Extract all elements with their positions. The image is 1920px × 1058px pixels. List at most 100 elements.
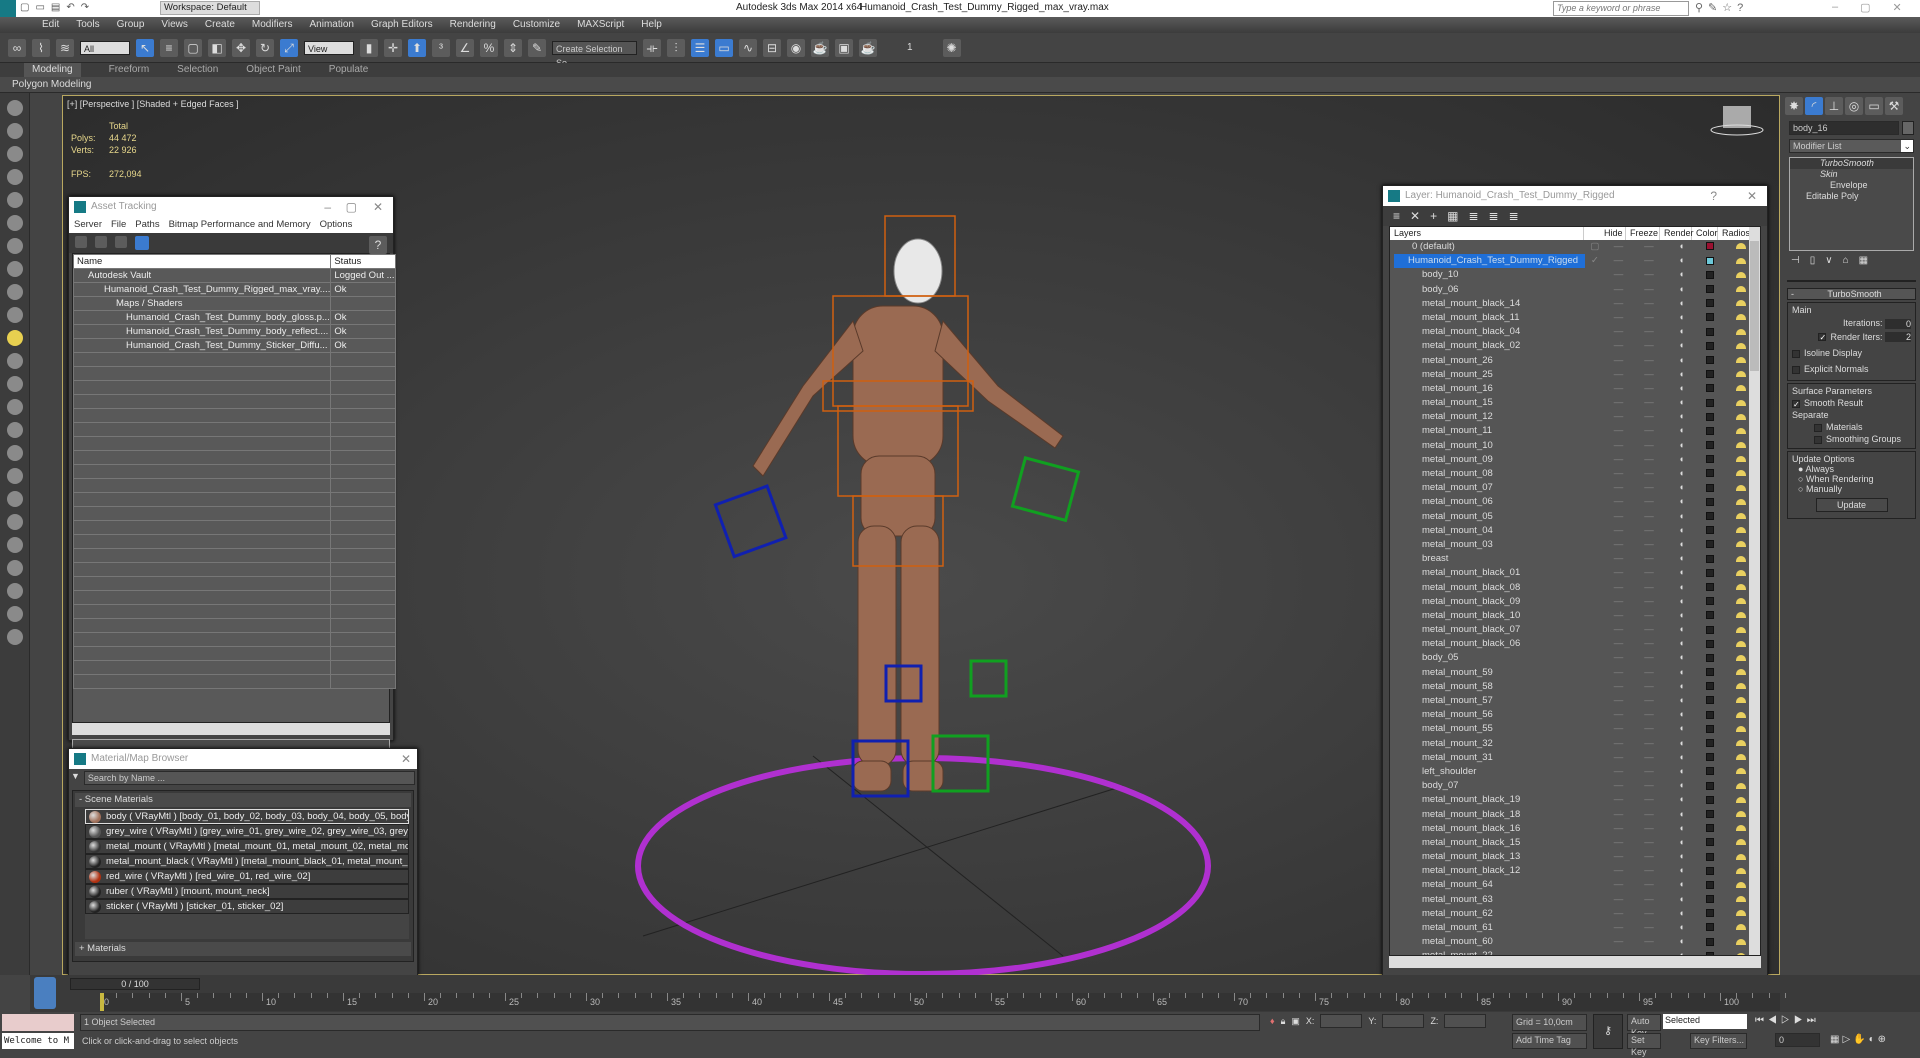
update-button[interactable]: Update — [1815, 498, 1888, 513]
layer-row[interactable]: metal_mount_11— — ◖ — [1394, 424, 1760, 438]
track-bar[interactable]: 0 5 10 15 20 25 30 35 40 45 50 55 60 65 70 75 80 85 90 95 10… — [100, 993, 1786, 1011]
freeze-toggle[interactable]: — — [1632, 439, 1665, 453]
layer-color-swatch[interactable] — [1697, 354, 1723, 368]
current-layer-marker[interactable] — [1585, 339, 1605, 353]
current-layer-marker[interactable] — [1585, 878, 1605, 892]
layer-row[interactable]: metal_mount_black_01— — ◖ — [1394, 566, 1760, 580]
render-teapot-icon[interactable]: ◖ — [1666, 651, 1697, 665]
hide-toggle[interactable]: — — [1605, 765, 1633, 779]
hide-toggle[interactable]: — — [1605, 268, 1633, 282]
current-layer-marker[interactable] — [1585, 311, 1605, 325]
ribbon-tab-object-paint[interactable]: Object Paint — [246, 63, 300, 77]
current-layer-marker[interactable] — [1585, 949, 1605, 955]
layer-color-swatch[interactable] — [1697, 949, 1723, 955]
layer-row[interactable]: metal_mount_61— — ◖ — [1394, 921, 1760, 935]
tool-icon[interactable] — [6, 353, 23, 369]
render-teapot-icon[interactable]: ◖ — [1666, 410, 1697, 424]
schematic-view-icon[interactable]: ⊟ — [763, 38, 781, 57]
asset-row[interactable]: Humanoid_Crash_Test_Dummy_Sticker_Diffu.… — [72, 338, 396, 353]
layer-row[interactable]: metal_mount_22— — ◖ — [1394, 949, 1760, 955]
layer-color-swatch[interactable] — [1697, 666, 1723, 680]
spinner-snap-icon[interactable]: ⇕ — [504, 38, 522, 57]
layer-row[interactable]: metal_mount_56— — ◖ — [1394, 708, 1760, 722]
z-field[interactable] — [1444, 1014, 1487, 1028]
hide-toggle[interactable]: — — [1605, 538, 1633, 552]
current-layer-marker[interactable] — [1585, 623, 1605, 637]
smoothing-groups-checkbox[interactable] — [1814, 435, 1822, 444]
angle-snap-icon[interactable]: ∠ — [456, 38, 474, 57]
layer-color-swatch[interactable] — [1697, 808, 1723, 822]
hide-toggle[interactable]: — — [1605, 666, 1633, 680]
render-teapot-icon[interactable]: ◖ — [1666, 708, 1697, 722]
tool-icon[interactable] — [6, 376, 23, 392]
display-tab-icon[interactable]: ▭ — [1865, 97, 1883, 115]
freeze-toggle[interactable]: — — [1632, 822, 1665, 836]
layer-color-swatch[interactable] — [1697, 410, 1723, 424]
asset-tracking-titlebar[interactable]: Asset Tracking – ▢ ✕ — [69, 197, 393, 217]
hide-toggle[interactable]: — — [1605, 410, 1633, 424]
tool-icon[interactable] — [6, 100, 23, 116]
key-mode-dropdown[interactable]: Selected — [1663, 1014, 1747, 1029]
viewport-navigation-controls[interactable]: ▦▷✋◐⊕ — [1830, 1034, 1889, 1045]
layer-color-swatch[interactable] — [1697, 864, 1723, 878]
render-teapot-icon[interactable]: ◖ — [1666, 354, 1697, 368]
hide-toggle[interactable]: — — [1605, 864, 1633, 878]
highlight-layer-icon[interactable]: ≣ — [1468, 209, 1478, 223]
layer-color-swatch[interactable] — [1697, 779, 1723, 793]
table-view-icon[interactable] — [135, 236, 149, 250]
freeze-toggle[interactable]: — — [1632, 751, 1665, 765]
render-teapot-icon[interactable]: ◖ — [1666, 495, 1697, 509]
current-layer-marker[interactable] — [1585, 581, 1605, 595]
hide-toggle[interactable]: — — [1605, 651, 1633, 665]
layer-color-swatch[interactable] — [1697, 694, 1723, 708]
layer-color-swatch[interactable] — [1697, 510, 1723, 524]
layer-manager-icon[interactable]: ☰ — [691, 38, 709, 57]
material-item[interactable]: metal_mount_black ( VRayMtl ) [metal_mou… — [85, 854, 409, 869]
link-icon[interactable]: ∞ — [8, 38, 26, 57]
hide-toggle[interactable]: — — [1605, 325, 1633, 339]
tool-icon[interactable] — [6, 399, 23, 415]
current-layer-marker[interactable] — [1585, 566, 1605, 580]
layer-row[interactable]: metal_mount_black_11— — ◖ — [1394, 311, 1760, 325]
layer-row[interactable]: metal_mount_32— — ◖ — [1394, 737, 1760, 751]
freeze-toggle[interactable]: — — [1632, 368, 1665, 382]
freeze-toggle[interactable]: — — [1632, 467, 1665, 481]
freeze-toggle[interactable]: — — [1632, 793, 1665, 807]
hide-toggle[interactable]: — — [1605, 240, 1633, 254]
layer-color-swatch[interactable] — [1697, 453, 1723, 467]
layer-row[interactable]: metal_mount_31— — ◖ — [1394, 751, 1760, 765]
scale-icon[interactable]: ⤢ — [280, 38, 298, 57]
layer-color-swatch[interactable] — [1697, 850, 1723, 864]
layer-row[interactable]: body_07— — ◖ — [1394, 779, 1760, 793]
hide-toggle[interactable]: — — [1605, 808, 1633, 822]
menu-create[interactable]: Create — [205, 17, 235, 33]
render-teapot-icon[interactable]: ◖ — [1666, 424, 1697, 438]
render-teapot-icon[interactable]: ◖ — [1666, 297, 1697, 311]
hide-toggle[interactable]: — — [1605, 467, 1633, 481]
hide-toggle[interactable]: — — [1605, 907, 1633, 921]
freeze-toggle[interactable]: — — [1632, 240, 1665, 254]
time-slider-handle[interactable] — [100, 993, 104, 1011]
hide-toggle[interactable]: — — [1605, 311, 1633, 325]
hide-all-icon[interactable]: ≣ — [1489, 209, 1499, 223]
layer-color-swatch[interactable] — [1697, 921, 1723, 935]
asset-menu-item[interactable]: Options — [320, 217, 353, 233]
window-crossing-icon[interactable]: ◧ — [208, 38, 226, 57]
current-layer-marker[interactable] — [1585, 495, 1605, 509]
layer-color-swatch[interactable] — [1697, 751, 1723, 765]
render-teapot-icon[interactable]: ◖ — [1666, 793, 1697, 807]
current-layer-marker[interactable] — [1585, 793, 1605, 807]
layer-color-swatch[interactable] — [1697, 368, 1723, 382]
render-teapot-icon[interactable]: ◖ — [1666, 808, 1697, 822]
freeze-toggle[interactable]: — — [1632, 893, 1665, 907]
column-freeze[interactable]: Freeze — [1626, 227, 1660, 240]
current-layer-marker[interactable] — [1585, 325, 1605, 339]
freeze-toggle[interactable]: — — [1632, 524, 1665, 538]
tool-icon[interactable] — [6, 169, 23, 185]
freeze-toggle[interactable]: — — [1632, 581, 1665, 595]
layer-row[interactable]: metal_mount_55— — ◖ — [1394, 722, 1760, 736]
layer-color-swatch[interactable] — [1697, 524, 1723, 538]
current-layer-marker[interactable] — [1585, 396, 1605, 410]
tool-icon[interactable] — [6, 307, 23, 323]
layer-row[interactable]: metal_mount_black_09— — ◖ — [1394, 595, 1760, 609]
